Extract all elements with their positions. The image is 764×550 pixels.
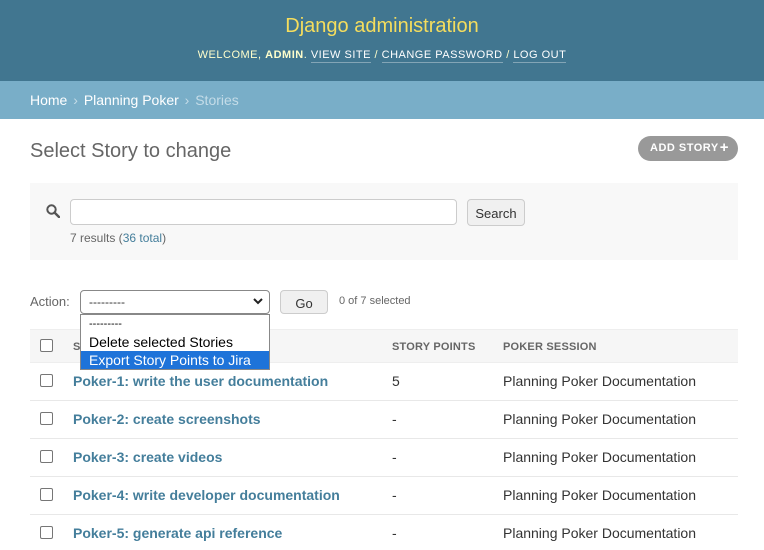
add-story-button[interactable]: Add Story + — [638, 136, 738, 161]
username: admin — [265, 49, 304, 61]
log-out-link[interactable]: Log out — [513, 49, 567, 63]
header: Django administration Welcome, admin. Vi… — [0, 0, 764, 81]
action-select-value: --------- — [89, 295, 125, 309]
column-header-story-points[interactable]: Story points — [392, 341, 476, 353]
story-title-link[interactable]: Poker-1: write the user documentation — [73, 373, 328, 389]
user-tools: Welcome, admin. View site / Change passw… — [197, 49, 567, 63]
story-title-link[interactable]: Poker-5: generate api reference — [73, 525, 282, 541]
change-password-link[interactable]: Change password — [381, 49, 503, 63]
site-name[interactable]: Django administration — [0, 15, 764, 38]
poker-session-cell: Planning Poker Documentation — [503, 487, 697, 503]
page-title: Select Story to change — [30, 140, 232, 162]
add-button-label: Add Story — [650, 142, 719, 154]
action-option[interactable]: Export Story Points to Jira — [81, 351, 269, 369]
breadcrumb-app[interactable]: Planning Poker — [84, 92, 179, 108]
column-label: Poker session — [503, 341, 597, 353]
separator: / — [506, 49, 510, 61]
chevron-down-icon — [253, 298, 263, 305]
select-all-checkbox[interactable] — [40, 339, 53, 352]
view-site-link[interactable]: View site — [310, 49, 371, 63]
result-count: 7 results (36 total) — [70, 231, 166, 245]
breadcrumb-separator: › — [73, 92, 78, 108]
table-row: Poker-5: generate api reference - Planni… — [30, 515, 738, 550]
separator: / — [374, 49, 379, 61]
search-button[interactable]: Search — [467, 199, 525, 226]
story-title-link[interactable]: Poker-2: create screenshots — [73, 411, 261, 427]
result-count-text: 7 results ( — [70, 231, 123, 245]
welcome-text: Welcome, — [197, 49, 262, 61]
go-button[interactable]: Go — [280, 290, 328, 314]
column-header-poker-session[interactable]: Poker session — [503, 341, 597, 353]
poker-session-cell: Planning Poker Documentation — [503, 373, 697, 389]
poker-session-cell: Planning Poker Documentation — [503, 525, 697, 541]
breadcrumb-current: Stories — [195, 92, 239, 108]
action-option[interactable]: --------- — [81, 315, 269, 333]
story-points-cell: - — [392, 411, 397, 427]
column-label: Story points — [392, 341, 476, 353]
search-icon — [46, 204, 60, 218]
table-row: Poker-4: write developer documentation -… — [30, 477, 738, 515]
action-option[interactable]: Delete selected Stories — [81, 333, 269, 351]
row-checkbox[interactable] — [40, 488, 53, 501]
story-title-link[interactable]: Poker-4: write developer documentation — [73, 487, 340, 503]
story-points-cell: - — [392, 525, 397, 541]
show-all-link[interactable]: 36 total — [123, 231, 162, 245]
row-checkbox[interactable] — [40, 412, 53, 425]
story-points-cell: - — [392, 487, 397, 503]
row-checkbox[interactable] — [40, 374, 53, 387]
poker-session-cell: Planning Poker Documentation — [503, 411, 697, 427]
story-title-link[interactable]: Poker-3: create videos — [73, 449, 222, 465]
poker-session-cell: Planning Poker Documentation — [503, 449, 697, 465]
breadcrumb-separator: › — [184, 92, 190, 108]
row-checkbox[interactable] — [40, 526, 53, 539]
search-bar: Search 7 results (36 total) — [30, 183, 738, 260]
breadcrumb-home[interactable]: Home — [30, 92, 67, 108]
plus-icon: + — [719, 139, 729, 156]
story-points-cell: 5 — [392, 373, 400, 389]
action-label: Action: — [30, 294, 70, 309]
table-row: Poker-2: create screenshots - Planning P… — [30, 401, 738, 439]
search-input[interactable] — [70, 199, 457, 225]
row-checkbox[interactable] — [40, 450, 53, 463]
action-dropdown-list: --------- Delete selected Stories Export… — [80, 314, 270, 370]
breadcrumb: Home › Planning Poker › Stories — [0, 81, 764, 119]
selected-count: 0 of 7 selected — [339, 295, 411, 307]
action-select[interactable]: --------- — [80, 290, 270, 314]
story-points-cell: - — [392, 449, 397, 465]
result-count-suffix: ) — [162, 231, 167, 245]
table-row: Poker-3: create videos - Planning Poker … — [30, 439, 738, 477]
